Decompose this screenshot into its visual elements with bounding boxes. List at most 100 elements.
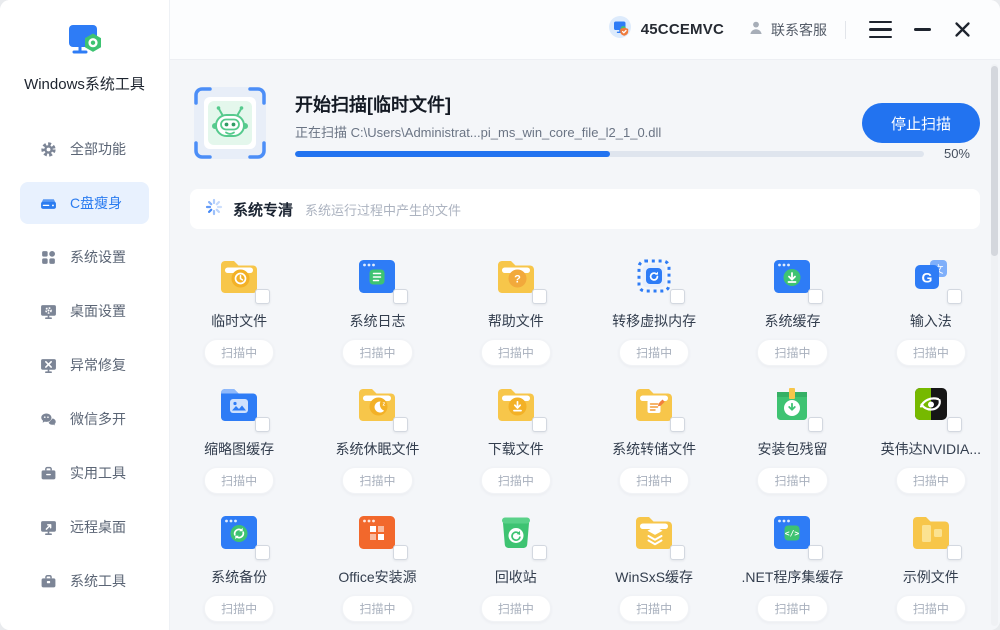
app-title: Windows系统工具 [0,73,169,94]
category-name: 下载文件 [488,439,544,459]
sidebar-item-briefcase[interactable]: 系统工具 [20,560,149,602]
person-icon [748,20,764,39]
sidebar-item-repair[interactable]: 异常修复 [20,344,149,386]
scrollbar-thumb[interactable] [991,66,998,256]
category-checkbox[interactable] [808,545,823,560]
app-logo: Windows系统工具 [0,0,169,94]
scan-category-item[interactable]: ?帮助文件扫描中 [447,240,585,368]
svg-text:?: ? [514,274,521,286]
sidebar-item-wechat[interactable]: 微信多开 [20,398,149,440]
category-status-badge: 扫描中 [204,595,274,622]
topbar-divider [845,21,846,39]
minimize-button[interactable] [908,16,936,44]
category-checkbox[interactable] [255,289,270,304]
category-name: 系统备份 [211,567,267,587]
category-icon-wrap [630,508,678,556]
category-name: 安装包残留 [757,439,827,459]
scan-category-item[interactable]: Office安装源扫描中 [308,496,446,624]
category-checkbox[interactable] [670,417,685,432]
category-status-badge: 扫描中 [896,595,966,622]
scan-panel: 开始扫描[临时文件] 正在扫描 C:\Users\Administrat...p… [192,85,980,171]
category-checkbox[interactable] [393,417,408,432]
category-checkbox[interactable] [947,289,962,304]
scan-category-item[interactable]: 临时文件扫描中 [170,240,308,368]
category-banner: 系统专清 系统运行过程中产生的文件 [190,189,980,229]
scan-category-item[interactable]: </>.NET程序集缓存扫描中 [723,496,861,624]
scan-category-item[interactable]: 系统备份扫描中 [170,496,308,624]
sidebar-item-label: 实用工具 [70,463,126,483]
app-window: Windows系统工具 全部功能 C盘瘦身系统设置桌面设置异常修复微信多开实用工具… [0,0,1000,630]
category-checkbox[interactable] [947,417,962,432]
scan-category-item[interactable]: 英伟达NVIDIA...扫描中 [862,368,1000,496]
scan-category-item[interactable]: 系统缓存扫描中 [723,240,861,368]
scan-category-item[interactable]: 下载文件扫描中 [447,368,585,496]
sidebar-item-label: 异常修复 [70,355,126,375]
category-icon-wrap [768,252,816,300]
scan-progress-fill [295,151,610,157]
sidebar-item-gear[interactable]: 全部功能 [20,128,149,170]
scan-title: 开始扫描[临时文件] [295,91,451,117]
sidebar-item-desktop-settings[interactable]: 桌面设置 [20,290,149,332]
grid-icon [40,249,57,266]
category-checkbox[interactable] [808,417,823,432]
sidebar-item-label: 桌面设置 [70,301,126,321]
sidebar-item-label: 系统设置 [70,247,126,267]
category-name: 系统日志 [349,311,405,331]
user-account-button[interactable]: 45CCEMVC [608,15,724,44]
category-icon-wrap [492,380,540,428]
category-name: 英伟达NVIDIA... [881,439,981,459]
category-status-badge: 扫描中 [342,595,412,622]
scan-category-item[interactable]: 示例文件扫描中 [862,496,1000,624]
contact-support-button[interactable]: 联系客服 [748,20,827,40]
sidebar-item-grid[interactable]: 系统设置 [20,236,149,278]
category-checkbox[interactable] [808,289,823,304]
category-name: 输入法 [910,311,952,331]
category-checkbox[interactable] [255,417,270,432]
category-grid: 临时文件扫描中系统日志扫描中?帮助文件扫描中转移虚拟内存扫描中系统缓存扫描中文G… [170,240,1000,624]
category-checkbox[interactable] [393,289,408,304]
scan-category-item[interactable]: 转移虚拟内存扫描中 [585,240,723,368]
content-area: 开始扫描[临时文件] 正在扫描 C:\Users\Administrat...p… [170,60,1000,630]
category-name: Office安装源 [338,567,416,587]
sidebar-item-drive[interactable]: C盘瘦身 [20,182,149,224]
category-name: 缩略图缓存 [204,439,274,459]
sidebar-item-remote-desktop[interactable]: 远程桌面 [20,506,149,548]
scan-category-item[interactable]: 系统日志扫描中 [308,240,446,368]
category-status-badge: 扫描中 [757,339,827,366]
category-icon-wrap [215,252,263,300]
scan-robot-icon [192,85,268,161]
menu-button[interactable] [866,16,894,44]
category-icon-wrap [630,380,678,428]
topbar: 45CCEMVC 联系客服 [170,0,1000,60]
scan-category-item[interactable]: 缩略图缓存扫描中 [170,368,308,496]
category-status-badge: 扫描中 [342,467,412,494]
scan-progress-bar [295,151,924,157]
category-checkbox[interactable] [255,545,270,560]
scan-category-item[interactable]: 文G输入法扫描中 [862,240,1000,368]
scan-category-item[interactable]: WinSxS缓存扫描中 [585,496,723,624]
sidebar-item-toolbox[interactable]: 实用工具 [20,452,149,494]
scan-category-item[interactable]: 回收站扫描中 [447,496,585,624]
wechat-icon [40,411,57,428]
category-checkbox[interactable] [532,545,547,560]
scrollbar[interactable] [991,64,998,626]
svg-text:G: G [921,270,932,286]
category-name: 系统缓存 [764,311,820,331]
category-checkbox[interactable] [670,289,685,304]
category-checkbox[interactable] [947,545,962,560]
briefcase-icon [40,573,57,590]
stop-scan-button[interactable]: 停止扫描 [862,103,980,143]
close-button[interactable] [948,16,976,44]
scan-category-item[interactable]: z系统休眠文件扫描中 [308,368,446,496]
category-status-badge: 扫描中 [481,467,551,494]
category-checkbox[interactable] [532,417,547,432]
toolbox-icon [40,465,57,482]
scan-category-item[interactable]: 系统转储文件扫描中 [585,368,723,496]
category-checkbox[interactable] [532,289,547,304]
category-checkbox[interactable] [670,545,685,560]
category-checkbox[interactable] [393,545,408,560]
scan-category-item[interactable]: 安装包残留扫描中 [723,368,861,496]
sidebar-item-label: 全部功能 [70,139,126,159]
category-icon-wrap: </> [768,508,816,556]
user-avatar-icon [608,15,632,44]
